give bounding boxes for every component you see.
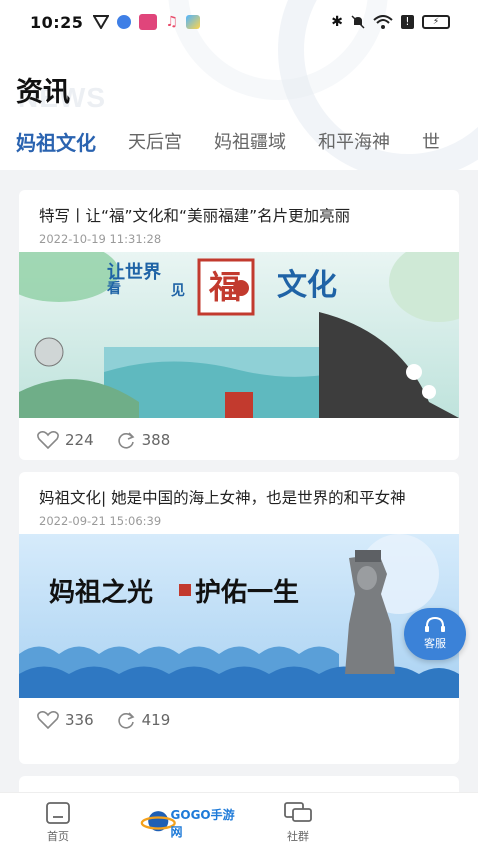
status-time: 10:25 [30, 12, 84, 32]
app-notification-icon [117, 15, 132, 29]
home-icon [46, 802, 70, 824]
wifi-icon [373, 15, 393, 29]
status-notification-icons: ♫ [93, 14, 200, 30]
alert-icon: ! [401, 15, 414, 29]
like-count: 336 [65, 711, 94, 729]
heart-icon [37, 711, 59, 729]
status-bar: 10:25 ♫ ✱ ! ⚡ [0, 0, 478, 44]
nav-community-label: 社群 [287, 830, 309, 843]
watermark-text: GOGO手游网 [170, 808, 235, 839]
image-text: 见 [171, 283, 185, 299]
customer-service-button[interactable]: 客服 [404, 608, 466, 660]
category-tabs: 妈祖文化 天后宫 妈祖疆域 和平海神 世 [16, 124, 440, 158]
app-notification-icon [139, 14, 158, 30]
mazu-illustration [19, 534, 459, 698]
battery-icon: ⚡ [422, 15, 450, 29]
article-image[interactable]: 让世界 看 见 福 文化 [19, 252, 459, 418]
customer-service-label: 客服 [424, 637, 446, 650]
image-text: 护佑一生 [195, 578, 300, 608]
headset-icon [425, 617, 445, 632]
app-notification-icon [186, 15, 200, 29]
nav-home[interactable]: 首页 [44, 801, 72, 844]
status-system-icons: ✱ ! ⚡ [331, 14, 450, 30]
nav-community[interactable]: 社群 [284, 801, 312, 844]
image-text: 文化 [277, 268, 337, 303]
chat-icon [284, 802, 312, 822]
like-button[interactable]: 224 [37, 431, 94, 449]
mute-icon [351, 15, 365, 29]
article-image[interactable]: 妈祖之光 护佑一生 [19, 534, 459, 698]
share-icon [117, 432, 135, 449]
heart-icon [37, 431, 59, 449]
bluetooth-icon: ✱ [331, 14, 343, 30]
nav-home-label: 首页 [47, 830, 69, 843]
tab-world[interactable]: 世 [422, 128, 440, 154]
tab-mazu-territory[interactable]: 妈祖疆域 [214, 128, 286, 154]
news-card[interactable]: 妈祖文化| 她是中国的海上女神，也是世界的和平女神 2022-09-21 15:… [19, 472, 459, 764]
article-title[interactable]: 特写丨让“福”文化和“美丽福建”名片更加亮丽 [19, 190, 459, 228]
tab-mazu-culture[interactable]: 妈祖文化 [16, 127, 96, 156]
article-title[interactable]: 妈祖文化| 她是中国的海上女神，也是世界的和平女神 [19, 472, 459, 510]
share-count: 419 [141, 711, 171, 729]
image-text: 福 [209, 268, 242, 306]
like-count: 224 [65, 431, 94, 449]
article-date: 2022-10-19 11:31:28 [39, 232, 162, 246]
watermark: GOGO手游网 [140, 798, 240, 848]
header: 10:25 ♫ ✱ ! ⚡ NEWS 资讯 妈祖文化 天后宫 妈祖疆域 和平海神… [0, 0, 478, 170]
news-card[interactable]: 特写丨让“福”文化和“美丽福建”名片更加亮丽 2022-10-19 11:31:… [19, 190, 459, 460]
share-icon [117, 712, 135, 729]
share-count: 388 [141, 431, 171, 449]
share-button[interactable]: 419 [116, 710, 171, 730]
like-button[interactable]: 336 [37, 711, 94, 729]
tab-peace-sea-goddess[interactable]: 和平海神 [318, 128, 390, 154]
page-title: 资讯 [16, 77, 70, 108]
image-text: 妈祖之光 [49, 578, 154, 608]
music-icon: ♫ [165, 14, 178, 30]
page-title-wrap: NEWS 资讯 [16, 70, 105, 113]
tab-tianhou-temple[interactable]: 天后宫 [128, 128, 182, 154]
image-text: 看 [107, 281, 121, 297]
share-button[interactable]: 388 [116, 430, 171, 450]
article-date: 2022-09-21 15:06:39 [39, 514, 162, 528]
vpn-icon [93, 15, 110, 29]
article-stats: 224 388 [19, 418, 459, 460]
article-stats: 336 419 [19, 698, 459, 742]
